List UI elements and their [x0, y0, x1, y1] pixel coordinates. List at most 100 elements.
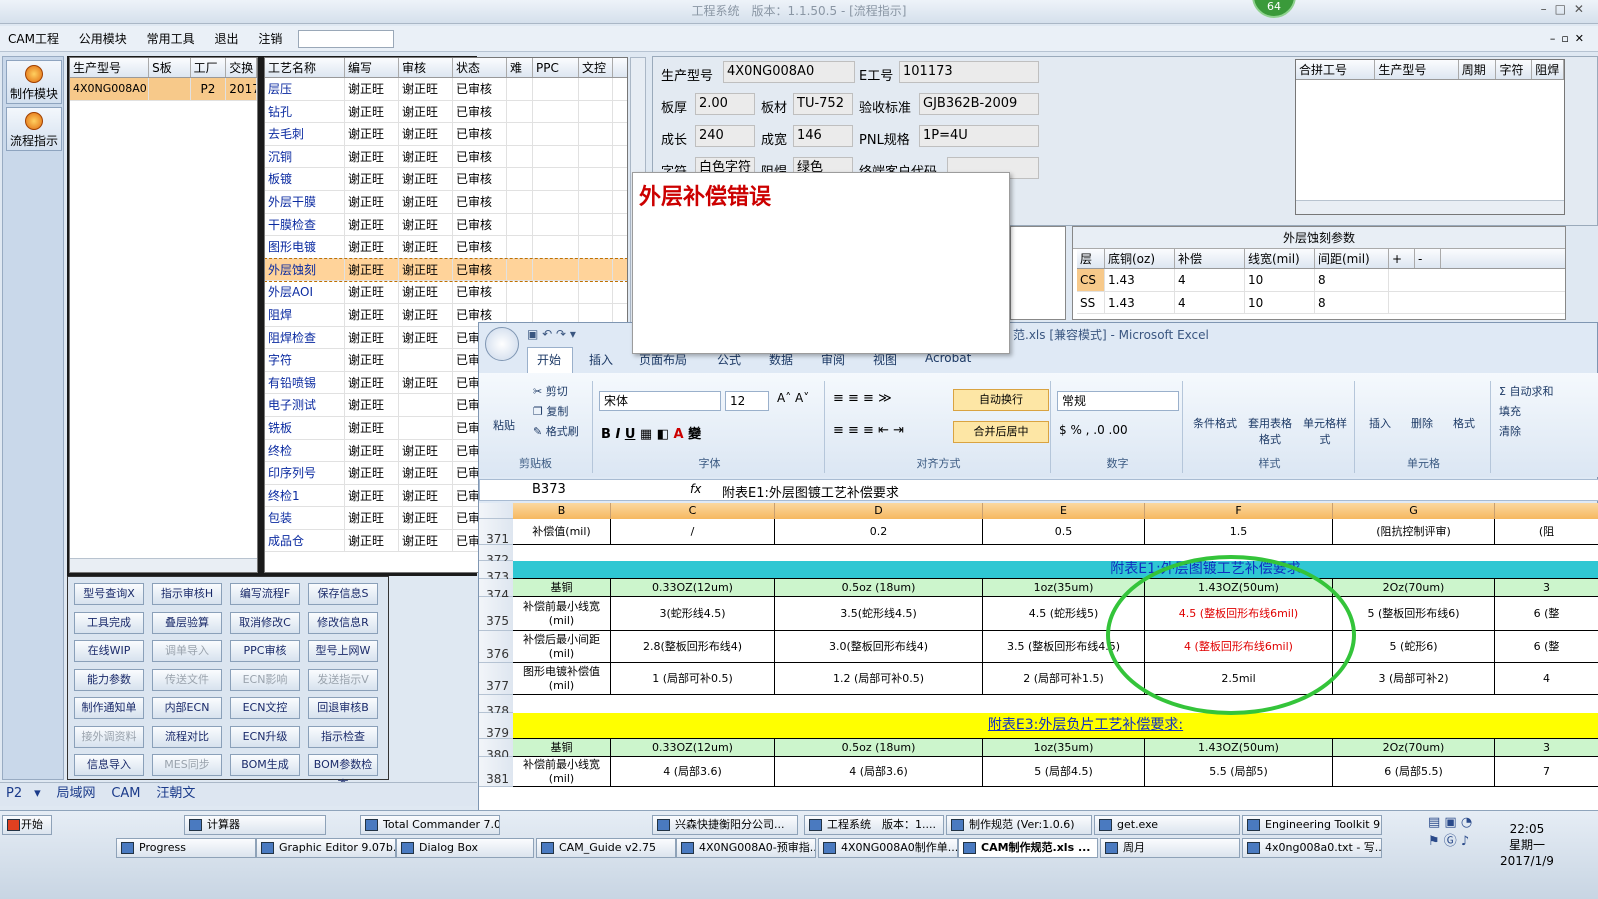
office-button-icon[interactable]: [485, 327, 519, 361]
formula-input[interactable]: 附表E1:外层图镀工艺补偿要求: [722, 482, 899, 501]
remove-param-button[interactable]: -: [1415, 249, 1441, 268]
model-grid[interactable]: 生产型号 S板 工厂 交换 4X0NG008A0 P2 2017: [69, 57, 258, 573]
table-row[interactable]: 沉铜 谢正旺 谢正旺 已审核: [265, 145, 627, 169]
function-button[interactable]: 型号上网W: [308, 640, 378, 662]
autosum-button[interactable]: Σ 自动求和: [1499, 383, 1553, 399]
function-button[interactable]: 发送指示V: [308, 668, 378, 691]
table-cell[interactable]: (阻抗控制评审): [1333, 519, 1495, 545]
table-cell[interactable]: 4 (局部3.6): [775, 757, 983, 787]
table-cell[interactable]: 3(蛇形线4.5): [611, 597, 775, 631]
function-button[interactable]: 调单导入: [152, 640, 222, 662]
function-button[interactable]: 能力参数: [74, 668, 144, 691]
taskbar-item[interactable]: 4x0ng008a0.txt - 写...: [1242, 838, 1382, 858]
taskbar-item[interactable]: CAM制作规范.xls ...: [958, 838, 1098, 858]
table-cell[interactable]: 3.0(整板回形布线4): [775, 631, 983, 663]
menu-public-modules[interactable]: 公用模块: [71, 26, 135, 52]
merge-grid[interactable]: 合拼工号 生产型号 周期 字符 阻焊: [1295, 59, 1565, 215]
table-cell[interactable]: 1.43OZ(50um): [1145, 739, 1333, 757]
side-list[interactable]: [1010, 226, 1066, 320]
table-row[interactable]: 外层干膜 谢正旺 谢正旺 已审核: [265, 190, 627, 214]
function-button[interactable]: 保存信息S: [308, 583, 378, 605]
function-button[interactable]: 指示审核H: [152, 583, 222, 605]
taskbar-item[interactable]: 周月: [1100, 838, 1240, 858]
table-cell[interactable]: 图形电镀补偿值(mil): [513, 663, 611, 695]
table-row[interactable]: 去毛刺 谢正旺 谢正旺 已审核: [265, 123, 627, 146]
taskbar-item[interactable]: 兴森快捷衡阳分公司...: [652, 815, 798, 835]
menu-select[interactable]: [298, 30, 394, 48]
cut-button[interactable]: ✂ 剪切: [533, 383, 568, 399]
bold-italic-underline[interactable]: B I U ▦ ◧ A 變: [601, 423, 701, 442]
table-row[interactable]: 层压 谢正旺 谢正旺 已审核: [265, 78, 627, 101]
merge-center-button[interactable]: 合并后居中: [953, 421, 1049, 443]
align-icons[interactable]: ≡ ≡ ≡ ≫: [833, 391, 892, 406]
function-button[interactable]: 工具完成: [74, 611, 144, 634]
function-button[interactable]: 修改信息R: [308, 611, 378, 634]
table-row[interactable]: SS 1.43 4 10 8: [1077, 291, 1565, 315]
format-cells-button[interactable]: 格式: [1453, 415, 1475, 431]
name-box[interactable]: B373: [532, 482, 566, 497]
tab-dropdown-icon[interactable]: ▾: [28, 783, 47, 805]
table-cell[interactable]: 5 (蛇形6): [1333, 631, 1495, 663]
fill-button[interactable]: 填充: [1499, 403, 1521, 419]
window-controls[interactable]: –□✕: [1541, 2, 1592, 16]
e-number-field[interactable]: 101173: [899, 61, 1039, 83]
table-cell[interactable]: 0.5oz (18um): [775, 579, 983, 597]
cell-style-button[interactable]: 单元格样式: [1303, 415, 1347, 447]
tray-icons[interactable]: ▤ ▣ ◔ ⚑ Ⓖ ♪: [1428, 815, 1484, 859]
table-row[interactable]: 钻孔 谢正旺 谢正旺 已审核: [265, 100, 627, 124]
table-cell[interactable]: 补偿前最小线宽(mil): [513, 597, 611, 631]
table-cell[interactable]: 6 (整: [1495, 597, 1598, 631]
function-button[interactable]: PPC审核: [230, 640, 300, 662]
table-cell[interactable]: 1oz(35um): [983, 579, 1145, 597]
table-row[interactable]: CS 1.43 4 10 8: [1077, 269, 1565, 292]
table-cell[interactable]: 补偿前最小线宽(mil): [513, 757, 611, 787]
paste-button[interactable]: 粘贴: [493, 417, 515, 433]
mdi-controls[interactable]: –▫✕: [1550, 32, 1590, 45]
function-button[interactable]: ECN文控: [230, 697, 300, 719]
insert-cells-button[interactable]: 插入: [1369, 415, 1391, 431]
taskbar-item[interactable]: CAM_Guide v2.75: [536, 838, 676, 858]
thickness-field[interactable]: 2.00: [695, 93, 755, 115]
table-cell[interactable]: 6 (整: [1495, 631, 1598, 663]
table-cell[interactable]: 0.33OZ(12um): [611, 579, 775, 597]
table-cell[interactable]: 3: [1495, 739, 1598, 757]
spreadsheet[interactable]: B C D E F G 371 372 373 374 375 376 377 378 379 380 381 补…: [479, 503, 1598, 811]
table-cell[interactable]: 5.5 (局部5): [1145, 757, 1333, 787]
taskbar-item[interactable]: 工程系统 版本：1....: [804, 815, 944, 835]
table-cell[interactable]: /: [611, 519, 775, 545]
section-heading-e1[interactable]: 附表E1:外层图镀工艺补偿要求: [513, 561, 1598, 579]
fx-icon[interactable]: fx: [690, 482, 701, 496]
copy-button[interactable]: ❐ 复制: [533, 403, 568, 419]
table-cell[interactable]: 2Oz(70um): [1333, 739, 1495, 757]
table-cell[interactable]: 基铜: [513, 579, 611, 597]
menu-exit[interactable]: 退出: [206, 26, 246, 52]
tab-user[interactable]: 汪朝文: [150, 783, 201, 805]
table-cell[interactable]: 1.2 (局部可补0.5): [775, 663, 983, 695]
tab-insert[interactable]: 插入: [589, 351, 613, 368]
table-row[interactable]: 干膜检查 谢正旺 谢正旺 已审核: [265, 213, 627, 237]
table-cell[interactable]: 0.2: [775, 519, 983, 545]
conditional-format-button[interactable]: 条件格式: [1193, 415, 1237, 431]
tab-p2[interactable]: P2: [0, 783, 28, 805]
font-name-select[interactable]: 宋体: [599, 391, 721, 411]
table-cell[interactable]: 6 (局部5.5): [1333, 757, 1495, 787]
table-row[interactable]: 外层AOI 谢正旺 谢正旺 已审核: [265, 281, 627, 304]
taskbar-item[interactable]: Graphic Editor 9.07b...: [256, 838, 396, 858]
table-cell[interactable]: 2.8(整板回形布线4): [611, 631, 775, 663]
merge-scrollbar[interactable]: [1296, 200, 1564, 214]
taskbar-item[interactable]: Engineering Toolkit 9....: [1242, 815, 1382, 835]
menu-logout[interactable]: 注销: [250, 26, 290, 52]
table-cell[interactable]: 0.5: [983, 519, 1145, 545]
table-row[interactable]: 外层蚀刻 谢正旺 谢正旺 已审核: [265, 257, 627, 283]
quick-access-toolbar[interactable]: ▣ ↶ ↷ ▾: [527, 327, 576, 341]
function-button[interactable]: 指示检查: [308, 725, 378, 748]
table-format-button[interactable]: 套用表格格式: [1245, 415, 1295, 447]
nav-make-module[interactable]: 制作模块: [6, 60, 62, 104]
function-button[interactable]: 制作通知单: [74, 697, 144, 719]
table-row[interactable]: 板镀 谢正旺 谢正旺 已审核: [265, 168, 627, 191]
table-cell[interactable]: 5 (局部4.5): [983, 757, 1145, 787]
section-heading-e3[interactable]: 附表E3:外层负片工艺补偿要求:: [513, 713, 1598, 739]
clear-button[interactable]: 清除: [1499, 423, 1521, 439]
delete-cells-button[interactable]: 删除: [1411, 415, 1433, 431]
taskbar-item[interactable]: 制作规范 (Ver:1.0.6): [946, 815, 1092, 835]
